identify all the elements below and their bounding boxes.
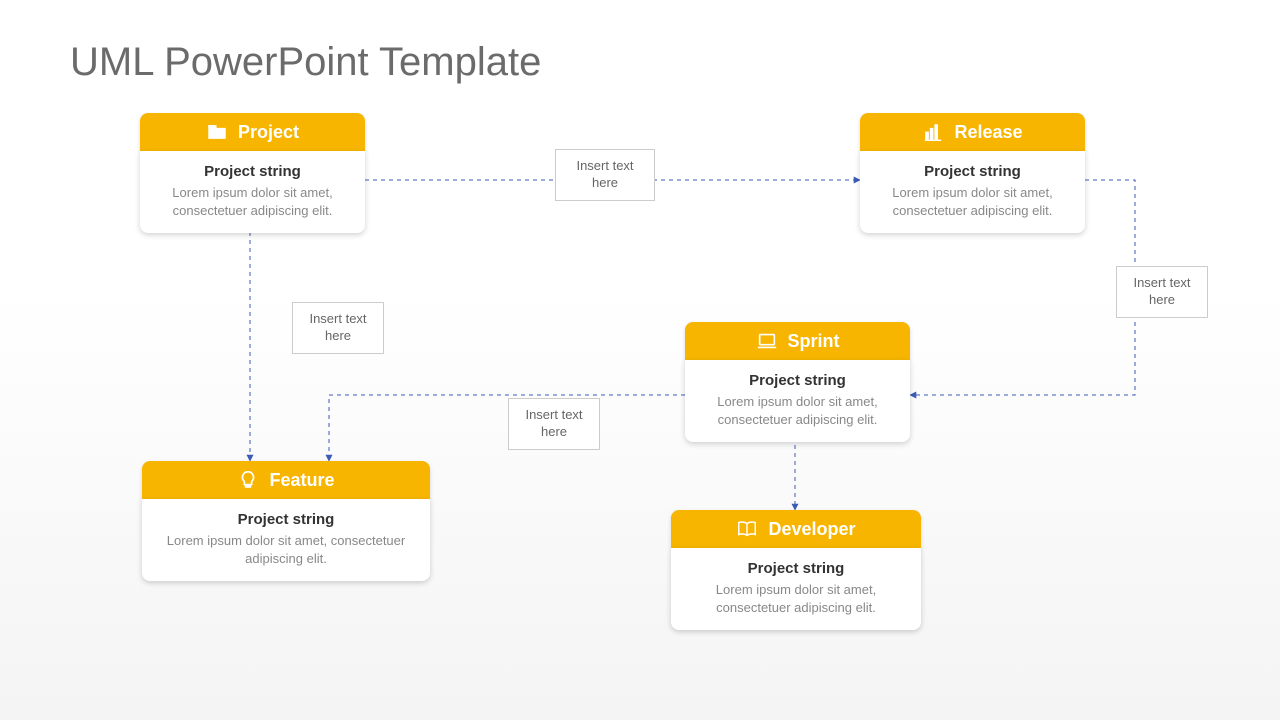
node-release: Release Project string Lorem ipsum dolor…	[860, 113, 1085, 233]
edge-label-project-release: Insert text here	[555, 149, 655, 201]
edge-label-sprint-feature: Insert text here	[508, 398, 600, 450]
node-developer: Developer Project string Lorem ipsum dol…	[671, 510, 921, 630]
node-sprint-body: Project string Lorem ipsum dolor sit ame…	[685, 360, 910, 442]
node-developer-body: Project string Lorem ipsum dolor sit ame…	[671, 548, 921, 630]
node-project-header: Project	[140, 113, 365, 151]
node-project-body: Project string Lorem ipsum dolor sit ame…	[140, 151, 365, 233]
lightbulb-icon	[237, 469, 259, 491]
node-project-desc: Lorem ipsum dolor sit amet, consectetuer…	[158, 184, 347, 219]
node-project-subtitle: Project string	[158, 163, 347, 180]
node-release-desc: Lorem ipsum dolor sit amet, consectetuer…	[878, 184, 1067, 219]
node-project: Project Project string Lorem ipsum dolor…	[140, 113, 365, 233]
node-developer-header: Developer	[671, 510, 921, 548]
edge-label-release-sprint: Insert text here	[1116, 266, 1208, 318]
book-icon	[736, 518, 758, 540]
node-project-label: Project	[238, 122, 299, 143]
node-sprint-label: Sprint	[788, 331, 840, 352]
node-feature-header: Feature	[142, 461, 430, 499]
node-sprint: Sprint Project string Lorem ipsum dolor …	[685, 322, 910, 442]
page-title: UML PowerPoint Template	[70, 40, 541, 85]
node-sprint-header: Sprint	[685, 322, 910, 360]
node-release-label: Release	[954, 122, 1022, 143]
node-sprint-subtitle: Project string	[703, 372, 892, 389]
node-feature: Feature Project string Lorem ipsum dolor…	[142, 461, 430, 581]
laptop-icon	[756, 330, 778, 352]
node-sprint-desc: Lorem ipsum dolor sit amet, consectetuer…	[703, 393, 892, 428]
node-feature-desc: Lorem ipsum dolor sit amet, consectetuer…	[160, 532, 412, 567]
node-feature-label: Feature	[269, 470, 334, 491]
node-developer-subtitle: Project string	[689, 560, 903, 577]
node-release-body: Project string Lorem ipsum dolor sit ame…	[860, 151, 1085, 233]
node-release-header: Release	[860, 113, 1085, 151]
node-developer-desc: Lorem ipsum dolor sit amet, consectetuer…	[689, 581, 903, 616]
node-feature-body: Project string Lorem ipsum dolor sit ame…	[142, 499, 430, 581]
node-release-subtitle: Project string	[878, 163, 1067, 180]
connectors	[0, 0, 1280, 720]
chart-icon	[922, 121, 944, 143]
node-feature-subtitle: Project string	[160, 511, 412, 528]
node-developer-label: Developer	[768, 519, 855, 540]
edge-label-project-feature: Insert text here	[292, 302, 384, 354]
folder-icon	[206, 121, 228, 143]
